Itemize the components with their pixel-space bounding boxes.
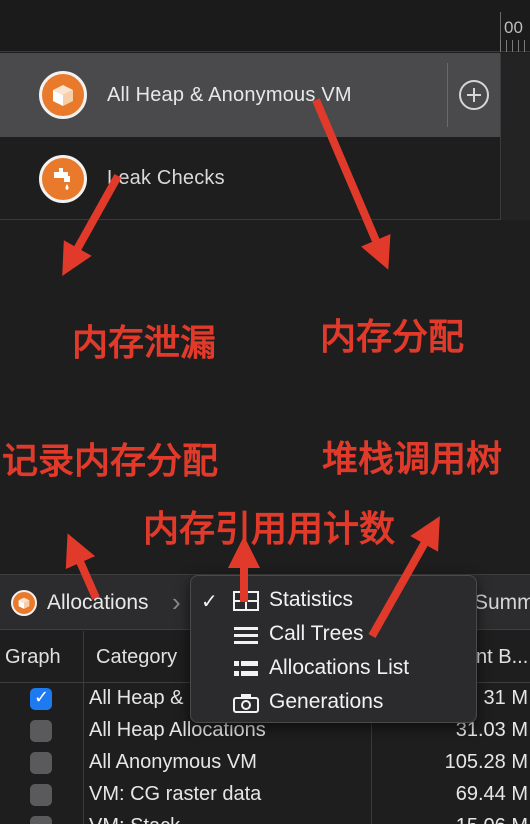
instrument-row-leaks[interactable]: Leak Checks: [0, 138, 500, 220]
statistics-icon: [233, 591, 259, 611]
allocations-small-icon: [11, 590, 37, 616]
column-header-bytes[interactable]: nt B...: [476, 646, 528, 669]
menu-item-label: Generations: [269, 690, 384, 713]
add-track-button[interactable]: [459, 80, 489, 110]
annotation-memory-leak: 内存泄漏: [72, 323, 217, 364]
row-bytes: 31 M: [483, 687, 528, 709]
menu-item-label: Statistics: [269, 588, 354, 611]
breadcrumb-summary[interactable]: Summ: [474, 591, 530, 615]
table-row[interactable]: VM: Stack 15.06 M: [0, 811, 530, 824]
annotation-memory-allocation: 内存分配: [320, 317, 465, 358]
row-category: VM: CG raster data: [89, 783, 262, 805]
instrument-label-allocations: All Heap & Anonymous VM: [107, 83, 352, 106]
timeline-track-area: [500, 53, 530, 220]
menu-item-label: Call Trees: [269, 622, 364, 645]
graph-checkbox[interactable]: [30, 816, 52, 824]
graph-checkbox[interactable]: [30, 752, 52, 774]
menu-item-allocations-list[interactable]: Allocations List: [191, 651, 478, 685]
menu-item-generations[interactable]: Generations: [191, 685, 478, 719]
menu-item-statistics[interactable]: ✓ Statistics: [191, 583, 478, 617]
timeline-ruler-label: 00: [504, 18, 523, 37]
leak-faucet-icon: [39, 154, 87, 203]
column-header-category[interactable]: Category: [96, 646, 177, 669]
timeline-ticks: [500, 40, 530, 52]
row-separator: [447, 63, 448, 127]
allocations-box-icon: [39, 71, 87, 119]
annotation-ref-count: 内存引用用计数: [143, 509, 396, 550]
detail-view-menu: ✓ Statistics Call Trees Allocations List: [190, 575, 477, 723]
menu-item-label: Allocations List: [269, 656, 410, 679]
row-category: VM: Stack: [89, 815, 180, 824]
instrument-label-leaks: Leak Checks: [107, 167, 225, 189]
column-header-graph[interactable]: Graph: [5, 646, 61, 669]
instrument-row-allocations[interactable]: All Heap & Anonymous VM: [0, 53, 500, 137]
row-bytes: 105.28 M: [444, 751, 528, 773]
graph-checkbox[interactable]: [30, 687, 52, 710]
table-row[interactable]: All Anonymous VM 105.28 M: [0, 747, 530, 779]
checkmark-icon: ✓: [201, 589, 218, 613]
row-category: All Heap &: [89, 687, 184, 709]
graph-checkbox[interactable]: [30, 784, 52, 806]
call-trees-icon: [234, 627, 258, 644]
row-bytes: 15.06 M: [456, 815, 528, 824]
row-bytes: 69.44 M: [455, 783, 528, 805]
breadcrumb-instrument[interactable]: Allocations: [47, 591, 149, 615]
table-row[interactable]: VM: CG raster data 69.44 M: [0, 779, 530, 811]
row-category: All Anonymous VM: [89, 751, 257, 773]
allocations-list-icon: [234, 661, 258, 676]
chevron-right-icon: ›: [172, 587, 181, 617]
camera-icon: [233, 694, 259, 713]
annotation-call-tree: 堆栈调用树: [322, 439, 503, 480]
annotation-record-allocation: 记录内存分配: [2, 441, 219, 482]
graph-checkbox[interactable]: [30, 720, 52, 742]
timeline-header: 00: [0, 0, 530, 52]
menu-item-call-trees[interactable]: Call Trees: [191, 617, 478, 651]
